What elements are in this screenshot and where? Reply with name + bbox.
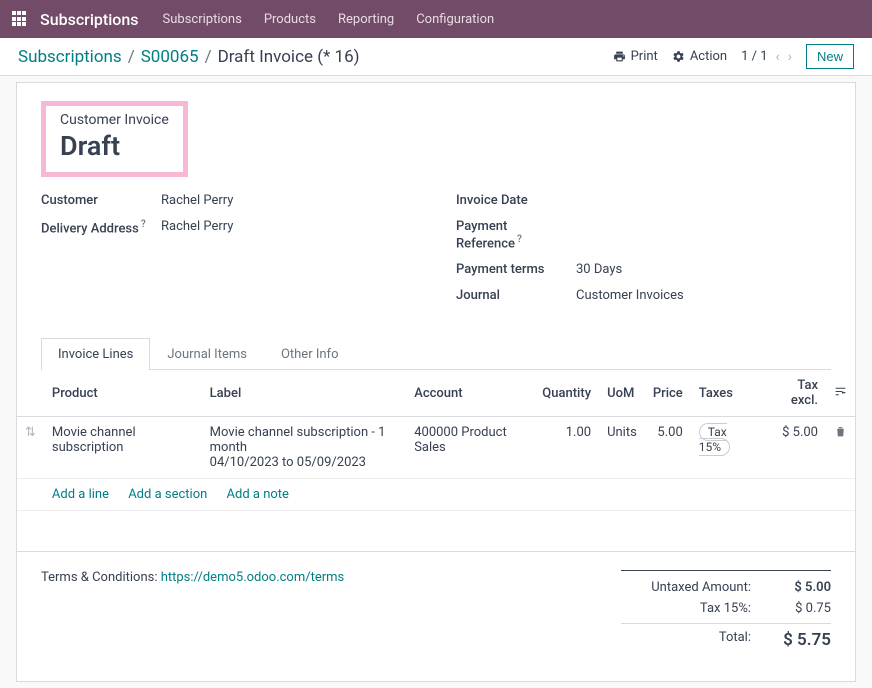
untaxed-value: $ 5.00 (771, 580, 831, 595)
doc-status: Draft (60, 130, 169, 162)
nav-reporting[interactable]: Reporting (338, 12, 394, 27)
cell-uom[interactable]: Units (599, 417, 645, 479)
invoice-date-label: Invoice Date (456, 193, 576, 208)
cell-price[interactable]: 5.00 (645, 417, 691, 479)
th-product: Product (44, 370, 202, 417)
doc-type-label: Customer Invoice (60, 112, 169, 128)
breadcrumb-sep: / (128, 47, 135, 67)
total-label: Total: (621, 630, 751, 650)
customer-label: Customer (41, 193, 161, 208)
delivery-label: Delivery Address? (41, 219, 161, 236)
cell-tax-excl: $ 5.00 (764, 417, 826, 479)
topbar: Subscriptions Subscriptions Products Rep… (0, 0, 872, 38)
totals: Untaxed Amount: $ 5.00 Tax 15%: $ 0.75 T… (621, 570, 831, 653)
add-section-link[interactable]: Add a section (128, 487, 207, 502)
nav-subscriptions[interactable]: Subscriptions (163, 12, 242, 27)
invoice-lines-table: Product Label Account Quantity UoM Price… (17, 370, 855, 511)
sliders-icon (834, 385, 847, 398)
terms-link[interactable]: https://demo5.odoo.com/terms (161, 570, 345, 585)
breadcrumb-root[interactable]: Subscriptions (18, 47, 122, 67)
action-button[interactable]: Action (672, 49, 727, 64)
app-name: Subscriptions (40, 10, 139, 29)
form-sheet: Customer Invoice Draft Customer Rachel P… (16, 82, 856, 682)
table-row[interactable]: ⇅ Movie channel subscription Movie chann… (17, 417, 855, 479)
apps-icon[interactable] (12, 11, 28, 27)
payment-terms-value[interactable]: 30 Days (576, 262, 622, 277)
tax-value: $ 0.75 (771, 601, 831, 616)
payment-terms-label: Payment terms (456, 262, 576, 277)
nav-products[interactable]: Products (264, 12, 316, 27)
actionbar: Subscriptions / S00065 / Draft Invoice (… (0, 38, 872, 76)
print-icon (613, 50, 626, 63)
th-tax-excl: Tax excl. (764, 370, 826, 417)
th-uom: UoM (599, 370, 645, 417)
th-taxes: Taxes (691, 370, 764, 417)
add-row: Add a line Add a section Add a note (17, 479, 855, 511)
help-icon[interactable]: ? (517, 234, 522, 245)
breadcrumb-1[interactable]: S00065 (141, 47, 199, 67)
breadcrumb: Subscriptions / S00065 / Draft Invoice (… (18, 47, 360, 67)
untaxed-label: Untaxed Amount: (621, 580, 751, 595)
cell-quantity[interactable]: 1.00 (534, 417, 599, 479)
payment-ref-label: Payment Reference? (456, 219, 576, 251)
th-label: Label (202, 370, 407, 417)
tab-journal-items[interactable]: Journal Items (150, 338, 264, 370)
th-quantity: Quantity (534, 370, 599, 417)
pager-prev-icon[interactable]: ‹ (776, 49, 780, 65)
gear-icon (672, 50, 685, 63)
journal-label: Journal (456, 288, 576, 303)
pager-text: 1 / 1 (741, 49, 767, 64)
th-price: Price (645, 370, 691, 417)
cell-product[interactable]: Movie channel subscription (44, 417, 202, 479)
nav-configuration[interactable]: Configuration (416, 12, 494, 27)
terms-label: Terms & Conditions: (41, 570, 161, 585)
cell-account[interactable]: 400000 Product Sales (406, 417, 534, 479)
terms-conditions: Terms & Conditions: https://demo5.odoo.c… (41, 570, 344, 585)
delivery-value[interactable]: Rachel Perry (161, 219, 233, 236)
action-label: Action (690, 49, 727, 64)
pager: 1 / 1 ‹ › (741, 49, 792, 65)
journal-value[interactable]: Customer Invoices (576, 288, 684, 303)
breadcrumb-sep: / (205, 47, 212, 67)
add-note-link[interactable]: Add a note (227, 487, 289, 502)
tax-chip: Tax 15% (699, 423, 730, 456)
tab-invoice-lines[interactable]: Invoice Lines (41, 338, 150, 370)
breadcrumb-current: Draft Invoice (* 16) (218, 47, 360, 67)
new-button[interactable]: New (806, 44, 854, 69)
status-highlight: Customer Invoice Draft (41, 101, 188, 177)
help-icon[interactable]: ? (141, 219, 146, 230)
print-button[interactable]: Print (613, 49, 658, 64)
tabs: Invoice Lines Journal Items Other Info (41, 338, 831, 370)
column-settings-icon[interactable] (826, 370, 855, 417)
print-label: Print (631, 49, 658, 64)
tax-label: Tax 15%: (621, 601, 751, 616)
pager-next-icon[interactable]: › (788, 49, 792, 65)
add-line-link[interactable]: Add a line (52, 487, 109, 502)
cell-label[interactable]: Movie channel subscription - 1 month 04/… (202, 417, 407, 479)
drag-handle-icon[interactable]: ⇅ (17, 417, 44, 479)
tab-other-info[interactable]: Other Info (264, 338, 356, 370)
total-value: $ 5.75 (771, 630, 831, 650)
customer-value[interactable]: Rachel Perry (161, 193, 233, 208)
th-account: Account (406, 370, 534, 417)
cell-taxes[interactable]: Tax 15% (691, 417, 764, 479)
delete-row-icon[interactable] (826, 417, 855, 479)
